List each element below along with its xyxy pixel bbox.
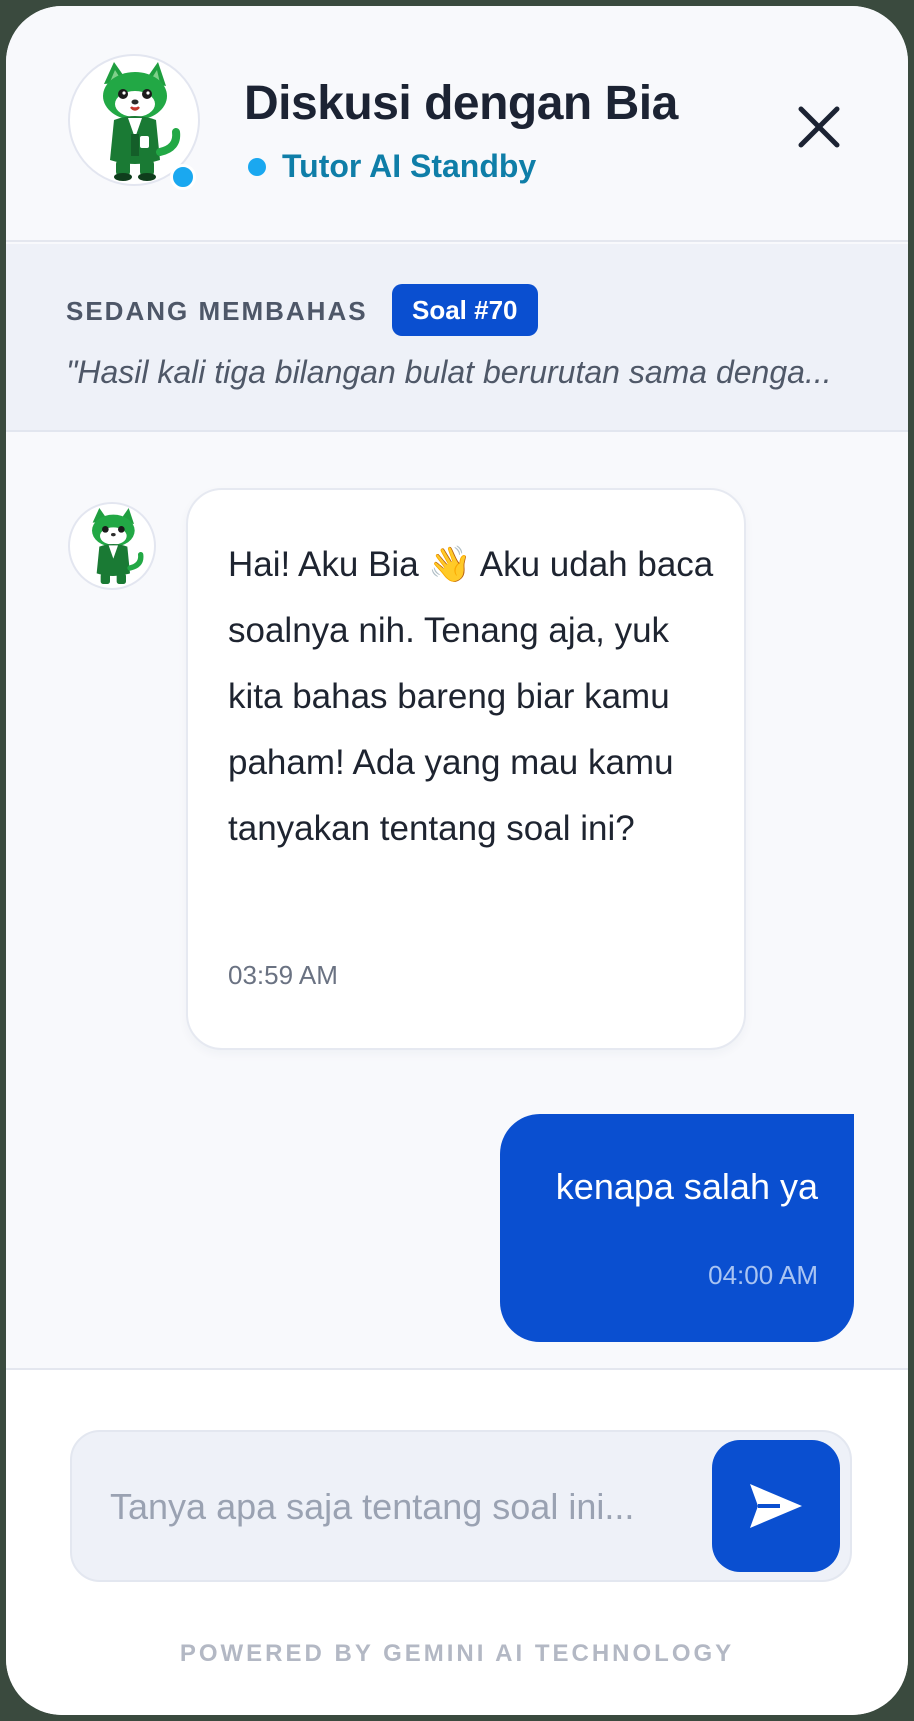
- powered-by-footer: POWERED BY GEMINI AI TECHNOLOGY: [179, 1640, 735, 1667]
- discussion-context: SEDANG MEMBAHAS Soal #70 "Hasil kali tig…: [6, 244, 908, 432]
- bot-message-text: Hai! Aku Bia 👋 Aku udah baca soalnya nih…: [228, 545, 714, 848]
- user-message-bubble: kenapa salah ya 04:00 AM: [500, 1114, 854, 1342]
- status-text: Tutor AI Standby: [282, 148, 537, 184]
- page-title: Diskusi dengan Bia: [244, 77, 678, 130]
- bot-message-time: 03:59 AM: [228, 960, 338, 990]
- bot-message-bubble: Hai! Aku Bia 👋 Aku udah baca soalnya nih…: [186, 488, 746, 1050]
- close-icon: [798, 106, 840, 148]
- bot-avatar: [68, 502, 156, 590]
- send-icon: [750, 1484, 802, 1528]
- chat-panel: Diskusi dengan Bia Tutor AI Standby SEDA…: [6, 6, 908, 1715]
- message-input[interactable]: [108, 1472, 668, 1542]
- question-preview: "Hasil kali tiga bilangan bulat beruruta…: [66, 354, 832, 390]
- user-message-text: kenapa salah ya: [555, 1166, 818, 1207]
- composer: [70, 1430, 852, 1582]
- cat-mascot-icon: [92, 508, 144, 584]
- online-indicator: [170, 164, 196, 190]
- status-dot-icon: [248, 157, 266, 176]
- chat-header: Diskusi dengan Bia Tutor AI Standby: [6, 6, 908, 242]
- send-button[interactable]: [712, 1440, 840, 1572]
- user-message-time: 04:00 AM: [708, 1260, 818, 1290]
- context-label: SEDANG MEMBAHAS: [66, 296, 368, 326]
- composer-area: POWERED BY GEMINI AI TECHNOLOGY: [6, 1368, 908, 1715]
- tutor-status: Tutor AI Standby: [248, 148, 536, 185]
- close-button[interactable]: [796, 104, 842, 150]
- question-badge: Soal #70: [392, 284, 538, 336]
